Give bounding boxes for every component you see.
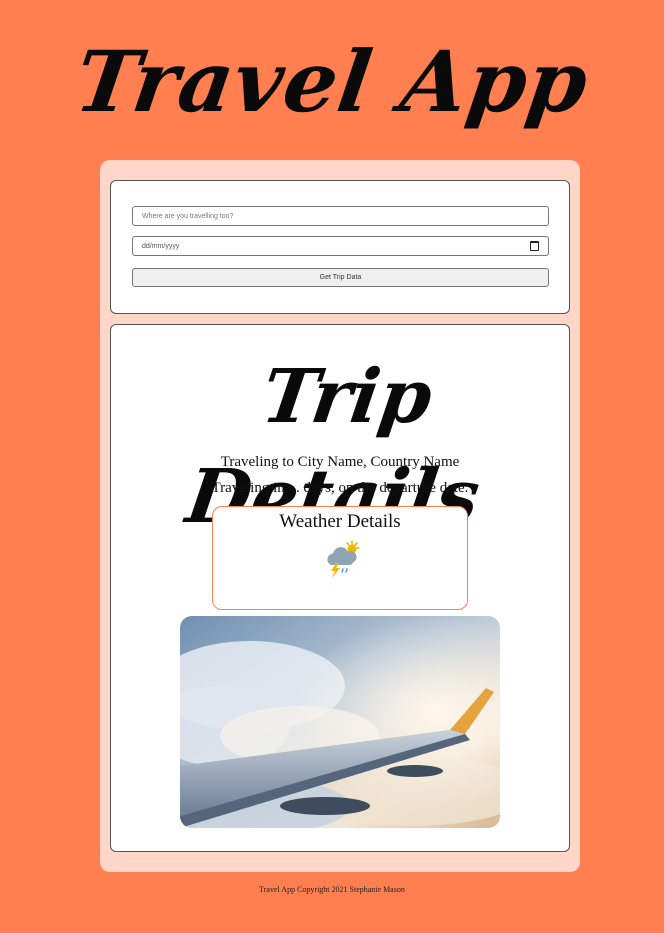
thunderstorm-sun-icon [327, 540, 360, 578]
app-title: Travel App [69, 32, 595, 131]
countdown-text: Traveling in ... days, on the departure … [211, 480, 469, 496]
trip-form: Where are you travelling too? dd/mm/yyyy… [110, 180, 570, 314]
date-placeholder: dd/mm/yyyy [142, 242, 180, 250]
trip-details-card: Trip Details Traveling to City Name, Cou… [110, 324, 570, 852]
footer-copyright: Travel App Copyright 2021 Stephanie Maso… [259, 885, 405, 894]
calendar-icon[interactable] [530, 241, 539, 251]
main-panel: Where are you travelling too? dd/mm/yyyy… [100, 160, 580, 872]
departure-date-input[interactable]: dd/mm/yyyy [132, 236, 549, 256]
airplane-wing-image [180, 616, 500, 828]
destination-placeholder: Where are you travelling too? [142, 212, 234, 220]
weather-details-box: Weather Details [212, 506, 468, 610]
get-trip-data-button[interactable]: Get Trip Data [132, 268, 549, 287]
destination-input[interactable]: Where are you travelling too? [132, 206, 549, 226]
destination-image [180, 616, 500, 828]
weather-title: Weather Details [279, 511, 401, 532]
destination-text: Traveling to City Name, Country Name [220, 454, 460, 470]
